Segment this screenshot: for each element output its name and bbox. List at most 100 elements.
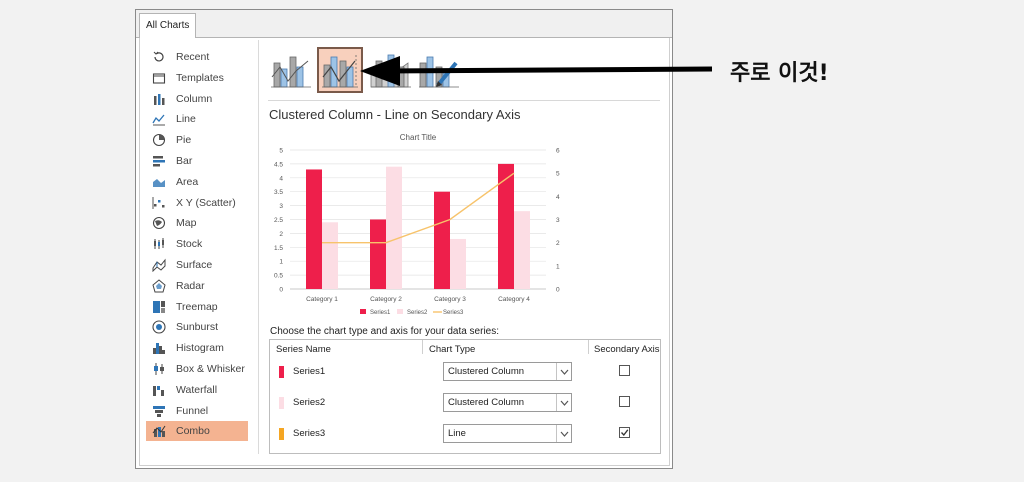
header-chart-type: Chart Type <box>429 344 476 355</box>
y-primary-tick-label: 4 <box>279 175 283 182</box>
bar-series2 <box>386 166 402 289</box>
sidebar-item-label: Stock <box>176 238 203 251</box>
sidebar-item-surface[interactable]: Surface <box>146 255 248 275</box>
sidebar-item-bar[interactable]: Bar <box>146 151 248 171</box>
sidebar-item-label: Area <box>176 175 199 188</box>
sidebar-item-label: Box & Whisker <box>176 363 245 375</box>
sidebar-item-funnel[interactable]: Funnel <box>146 401 248 421</box>
series-color-swatch <box>279 366 284 378</box>
map-chart-icon <box>152 216 166 230</box>
chevron-down-icon[interactable] <box>556 363 571 380</box>
legend-label: Series1 <box>370 310 391 316</box>
combo-subtype-title: Clustered Column - Line on Secondary Axi… <box>269 107 521 122</box>
bar-series1 <box>306 169 322 289</box>
scatter-chart-icon <box>152 196 166 210</box>
sidebar-item-line[interactable]: Line <box>146 109 248 129</box>
sidebar-item-recent[interactable]: Recent <box>146 47 248 67</box>
bar-series2 <box>514 211 530 289</box>
header-divider <box>588 340 589 354</box>
thumb-clustered-column-line[interactable] <box>268 47 314 93</box>
pie-chart-icon <box>152 133 166 147</box>
sidebar-item-treemap[interactable]: Treemap <box>146 297 248 317</box>
sidebar-item-map[interactable]: Map <box>146 213 248 233</box>
series-name: Series1 <box>293 366 326 377</box>
chart-type-dropdown[interactable]: Line <box>443 424 572 443</box>
tab-all-charts[interactable]: All Charts <box>139 13 197 38</box>
legend-label: Series3 <box>443 310 464 316</box>
series-row: Series2 Clustered Column <box>270 392 660 416</box>
chart-type-value: Clustered Column <box>448 366 525 377</box>
clustered-column-line-secondary-icon <box>322 55 358 88</box>
funnel-chart-icon <box>152 404 166 418</box>
sunburst-chart-icon <box>152 320 166 334</box>
sidebar-item-histogram[interactable]: Histogram <box>146 338 248 358</box>
secondary-axis-checkbox[interactable] <box>619 396 630 407</box>
histogram-chart-icon <box>152 341 166 355</box>
sidebar-item-radar[interactable]: Radar <box>146 276 248 296</box>
series-config-table: Series Name Chart Type Secondary Axis Se… <box>269 339 661 454</box>
y-primary-tick-label: 1.5 <box>274 245 283 252</box>
series-name: Series2 <box>293 397 326 408</box>
bar-series2 <box>322 222 338 289</box>
sidebar-item-label: Waterfall <box>176 383 218 396</box>
stock-chart-icon <box>152 237 166 251</box>
y-secondary-tick-label: 0 <box>556 287 560 294</box>
header-divider <box>422 340 423 354</box>
sidebar-item-label: Funnel <box>176 404 209 417</box>
tab-strip <box>136 10 672 38</box>
bar-series1 <box>370 219 386 289</box>
checkmark-icon <box>621 429 629 437</box>
sidebar-item-column[interactable]: Column <box>146 89 248 109</box>
sidebar-item-label: Treemap <box>176 300 218 313</box>
sidebar-item-box-whisker[interactable]: Box & Whisker <box>146 359 248 379</box>
legend-swatch <box>397 309 403 314</box>
secondary-axis-checkbox[interactable] <box>619 365 630 376</box>
chevron-down-icon[interactable] <box>556 425 571 442</box>
bar-series1 <box>434 191 450 289</box>
sidebar-item-pie[interactable]: Pie <box>146 130 248 150</box>
x-tick-label: Category 1 <box>306 296 338 303</box>
waterfall-chart-icon <box>152 383 166 397</box>
legend-label: Series2 <box>407 310 428 316</box>
sidebar-item-waterfall[interactable]: Waterfall <box>146 380 248 400</box>
box-whisker-chart-icon <box>152 362 166 376</box>
header-series-name: Series Name <box>276 344 331 355</box>
x-tick-label: Category 4 <box>498 296 530 303</box>
chart-type-value: Line <box>448 428 466 439</box>
y-primary-tick-label: 5 <box>279 148 283 155</box>
sidebar-item-x-y-scatter[interactable]: X Y (Scatter) <box>146 193 248 213</box>
line-chart-icon <box>152 112 166 126</box>
chevron-down-icon[interactable] <box>556 394 571 411</box>
bar-chart-icon <box>152 154 166 168</box>
series-name: Series3 <box>293 428 326 439</box>
chart-type-dropdown[interactable]: Clustered Column <box>443 362 572 381</box>
y-primary-tick-label: 0.5 <box>274 273 283 280</box>
sidebar-item-templates[interactable]: Templates <box>146 68 248 88</box>
secondary-axis-checkbox[interactable] <box>619 427 630 438</box>
sidebar-item-label: Line <box>176 113 196 126</box>
sidebar-item-sunburst[interactable]: Sunburst <box>146 317 248 337</box>
y-secondary-tick-label: 6 <box>556 148 560 155</box>
line-series3 <box>322 172 515 244</box>
sidebar-item-combo[interactable]: Combo <box>146 421 248 442</box>
sidebar-item-label: Column <box>176 92 213 105</box>
recent-icon <box>152 50 166 64</box>
sidebar-item-stock[interactable]: Stock <box>146 234 248 254</box>
sidebar-item-label: Bar <box>176 155 193 167</box>
series-color-swatch <box>279 397 284 409</box>
annotation-text: 주로 이것! <box>730 61 829 86</box>
y-primary-tick-label: 0 <box>279 287 283 294</box>
chart-type-value: Clustered Column <box>448 397 525 408</box>
y-primary-tick-label: 4.5 <box>274 161 283 168</box>
x-tick-label: Category 3 <box>434 296 466 303</box>
templates-icon <box>152 71 166 85</box>
sidebar-item-label: Templates <box>176 71 224 84</box>
pointer-arrow <box>360 56 713 86</box>
sidebar-item-label: Radar <box>176 279 205 292</box>
sidebar-divider <box>258 40 259 454</box>
chart-type-dropdown[interactable]: Clustered Column <box>443 393 572 412</box>
y-primary-tick-label: 1 <box>279 259 283 266</box>
sidebar-item-area[interactable]: Area <box>146 172 248 192</box>
thumb-clustered-column-line-secondary[interactable] <box>317 47 363 93</box>
clustered-column-line-icon <box>271 56 311 88</box>
